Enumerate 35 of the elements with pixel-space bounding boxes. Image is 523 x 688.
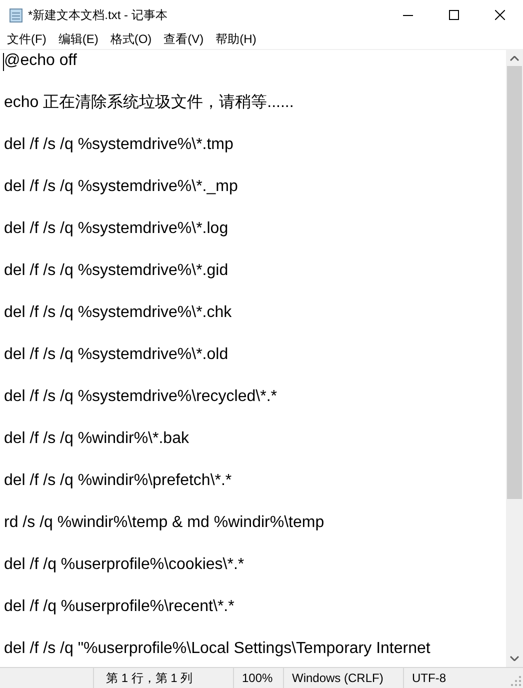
menu-item[interactable]: 格式(O) — [104, 30, 158, 49]
window-title: *新建文本文档.txt - 记事本 — [28, 7, 168, 24]
close-icon — [495, 10, 505, 20]
text-line: del /f /s /q %systemdrive%\*._mp — [4, 177, 239, 197]
text-line: del /f /s /q %systemdrive%\*.gid — [4, 261, 230, 281]
menu-item[interactable]: 查看(V) — [158, 30, 210, 49]
maximize-icon — [449, 10, 459, 20]
zoom-level: 100% — [233, 668, 283, 688]
encoding: UTF-8 — [403, 668, 511, 688]
scrollbar-thumb[interactable] — [507, 66, 522, 499]
minimize-icon — [403, 14, 413, 16]
text-line: del /f /s /q %systemdrive%\*.chk — [4, 303, 233, 323]
text-line: del /f /s /q %windir%\prefetch\*.* — [4, 471, 233, 491]
cursor-position: 第 1 行，第 1 列 — [93, 668, 233, 688]
scrollbar[interactable] — [506, 50, 523, 667]
text-line: del /f /s /q %systemdrive%\*.tmp — [4, 135, 234, 155]
text-line: del /f /q %userprofile%\recent\*.* — [4, 597, 236, 617]
text-line: rd /s /q %windir%\temp & md %windir%\temp — [4, 513, 326, 533]
text-line: echo 正在清除系统垃圾文件，请稍等...... — [4, 92, 295, 113]
resize-grip-icon[interactable] — [511, 676, 521, 686]
text-line: del /f /s /q "%userprofile%\Local Settings\Temporary Internet — [4, 639, 432, 659]
text-line: @echo off — [4, 51, 78, 71]
menu-item[interactable]: 文件(F) — [1, 30, 52, 49]
notepad-icon — [8, 7, 24, 23]
text-line: del /f /s /q %systemdrive%\*.old — [4, 345, 230, 365]
scroll-down-icon — [510, 656, 519, 661]
text-line: del /f /q %userprofile%\cookies\*.* — [4, 555, 246, 575]
text-line: del /f /s /q %systemdrive%\*.log — [4, 219, 230, 239]
text-line: del /f /s /q %systemdrive%\recycled\*.* — [4, 387, 278, 407]
menu-item[interactable]: 帮助(H) — [210, 30, 262, 49]
menu-item[interactable]: 编辑(E) — [52, 30, 104, 49]
text-line: del /f /s /q %windir%\*.bak — [4, 429, 190, 449]
text-cursor — [3, 53, 4, 71]
scroll-up-icon — [510, 56, 519, 61]
line-ending: Windows (CRLF) — [283, 668, 403, 688]
